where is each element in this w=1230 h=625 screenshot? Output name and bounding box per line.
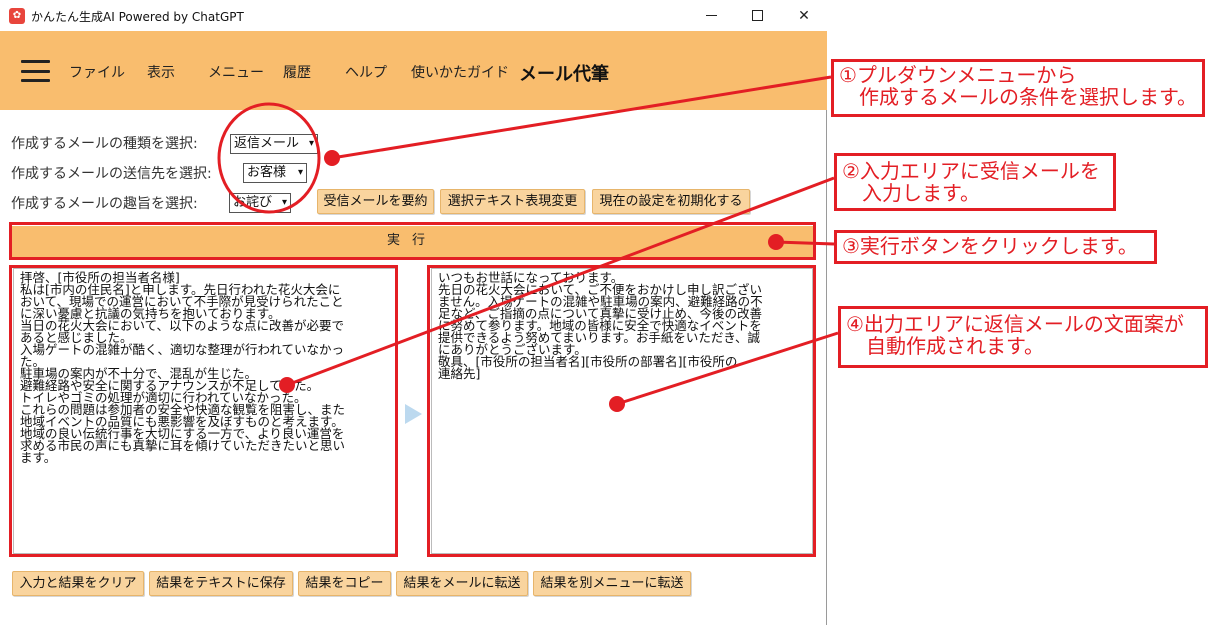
mail-intent-select[interactable]: お詫び ▾ — [229, 193, 291, 213]
mail-destination-label: 作成するメールの送信先を選択: — [11, 166, 212, 182]
minimize-button[interactable] — [688, 0, 734, 31]
menu-history[interactable]: 履歴 — [283, 62, 311, 82]
mail-intent-label: 作成するメールの趣旨を選択: — [11, 196, 198, 212]
menu-file[interactable]: ファイル — [69, 62, 125, 82]
rephrase-button[interactable]: 選択テキスト表現変更 — [440, 189, 585, 214]
clear-button[interactable]: 入力と結果をクリア — [12, 571, 144, 596]
menu-view[interactable]: 表示 — [147, 62, 175, 82]
mail-type-select[interactable]: 返信メール ▾ — [230, 134, 318, 154]
chevron-down-icon: ▾ — [281, 197, 287, 208]
menu-guide[interactable]: 使いかたガイド — [411, 62, 509, 82]
annotation-text-1: ①プルダウンメニューから 作成するメールの条件を選択します。 — [839, 63, 1197, 109]
forward-mail-button[interactable]: 結果をメールに転送 — [396, 571, 528, 596]
reset-settings-button[interactable]: 現在の設定を初期化する — [592, 189, 750, 214]
current-menu-title: メール代筆 — [519, 64, 609, 85]
chevron-down-icon: ▾ — [308, 138, 314, 149]
annotation-run-highlight — [9, 222, 816, 260]
menu-menu[interactable]: メニュー — [208, 62, 264, 82]
summarize-button[interactable]: 受信メールを要約 — [317, 189, 434, 214]
mail-destination-value: お客様 — [247, 165, 287, 180]
close-button[interactable]: ✕ — [781, 0, 827, 31]
app-logo-icon: ✿ — [9, 8, 25, 24]
forward-menu-button[interactable]: 結果を別メニューに転送 — [533, 571, 691, 596]
window-title: かんたん生成AI Powered by ChatGPT — [31, 10, 244, 24]
hamburger-menu-icon[interactable] — [21, 60, 50, 82]
annotation-text-3: ③実行ボタンをクリックします。 — [842, 234, 1138, 258]
annotation-input-highlight — [9, 265, 398, 557]
menu-help[interactable]: ヘルプ — [345, 62, 387, 82]
save-text-button[interactable]: 結果をテキストに保存 — [149, 571, 293, 596]
mail-type-value: 返信メール — [234, 136, 300, 151]
maximize-icon — [751, 10, 763, 21]
maximize-button[interactable] — [734, 0, 780, 31]
close-icon: ✕ — [798, 7, 810, 24]
mail-intent-value: お詫び — [233, 195, 273, 210]
title-bar: ✿ かんたん生成AI Powered by ChatGPT ✕ — [0, 0, 827, 31]
annotation-output-highlight — [427, 265, 816, 557]
chevron-down-icon: ▾ — [297, 167, 303, 178]
arrow-right-icon — [405, 404, 422, 424]
minimize-icon — [705, 15, 717, 16]
mail-type-label: 作成するメールの種類を選択: — [11, 136, 198, 152]
annotation-text-2: ②入力エリアに受信メールを 入力します。 — [842, 159, 1100, 205]
annotation-text-4: ④出力エリアに返信メールの文面案が 自動作成されます。 — [846, 312, 1184, 358]
mail-destination-select[interactable]: お客様 ▾ — [243, 163, 307, 183]
copy-button[interactable]: 結果をコピー — [298, 571, 391, 596]
